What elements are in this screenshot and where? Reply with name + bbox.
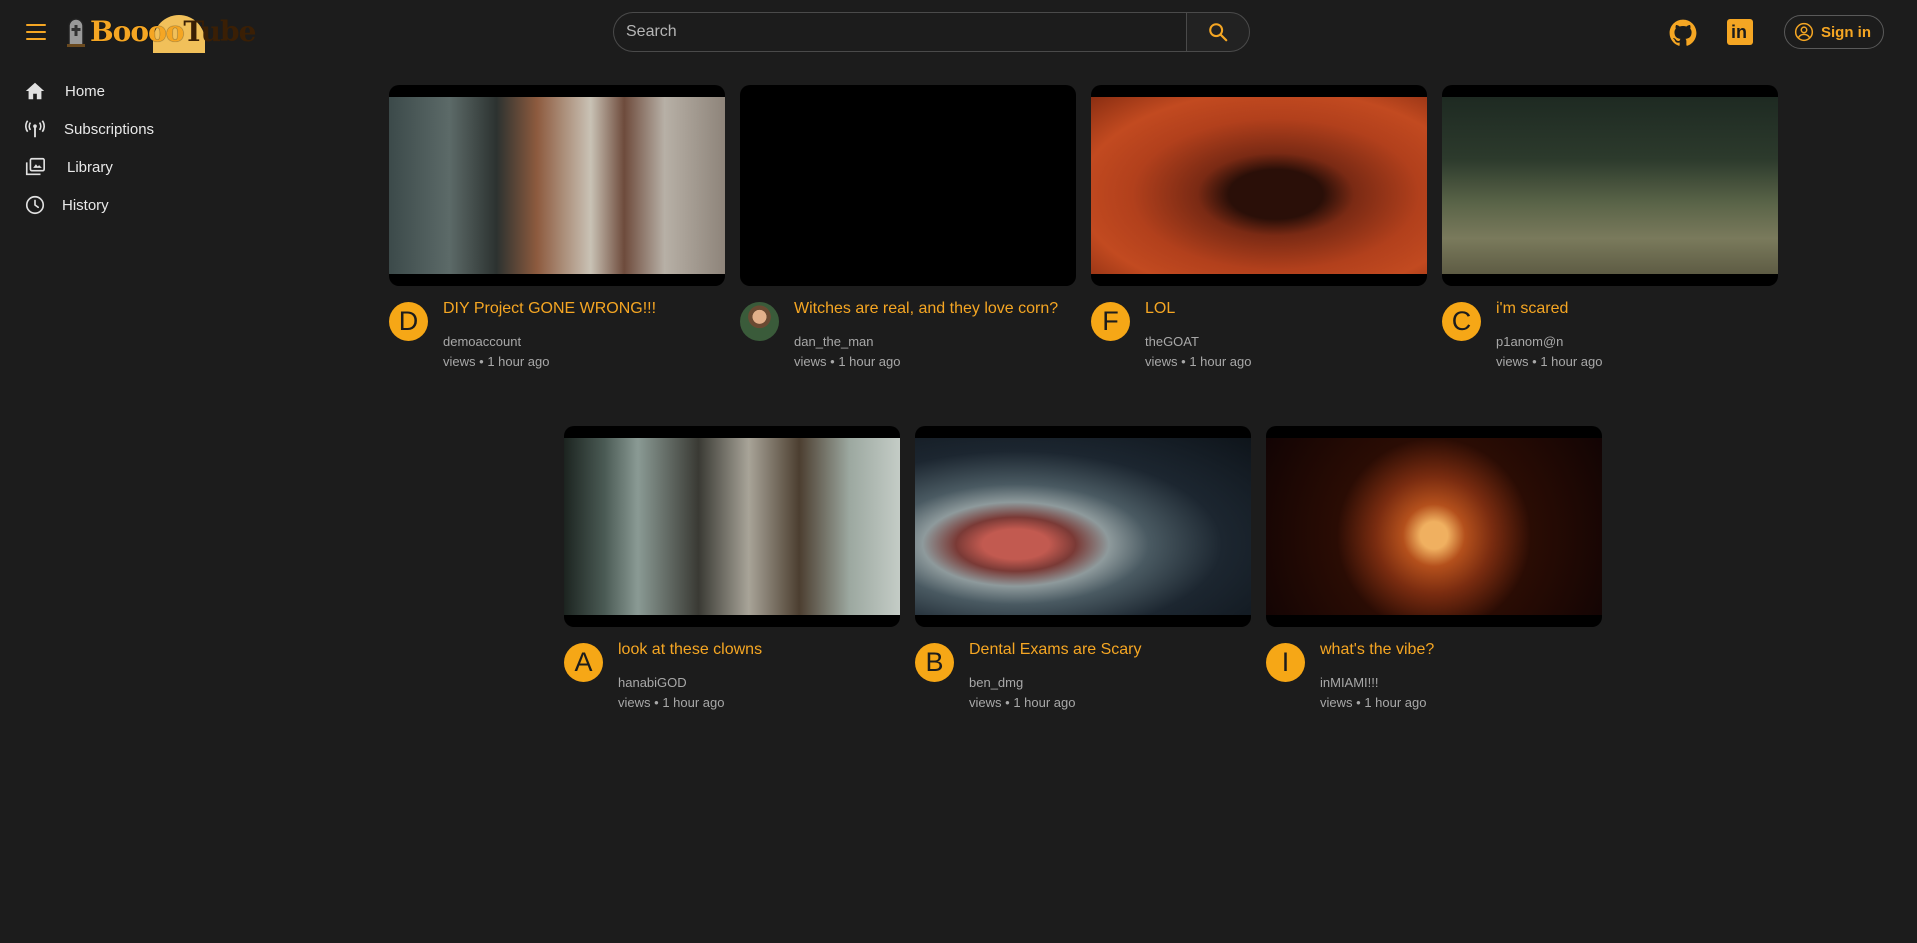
upload-age: 1 hour ago <box>487 354 550 369</box>
sidebar-item-label: History <box>62 196 109 214</box>
channel-avatar[interactable]: A <box>564 643 603 682</box>
video-title[interactable]: LOL <box>1145 300 1427 318</box>
video-title[interactable]: Witches are real, and they love corn? <box>794 300 1076 318</box>
sidebar: Home Subscriptions Library History <box>0 72 240 224</box>
channel-avatar[interactable]: I <box>1266 643 1305 682</box>
logo-text: BooooTube <box>90 12 256 53</box>
view-count: views <box>443 354 476 369</box>
view-count: views <box>1320 695 1353 710</box>
video-stats: views • 1 hour ago <box>794 354 901 369</box>
logo-text-boooo: Boooo <box>90 15 184 48</box>
linkedin-icon[interactable]: in <box>1727 19 1753 45</box>
sidebar-item-label: Home <box>65 82 106 100</box>
video-title[interactable]: look at these clowns <box>618 641 900 659</box>
view-count: views <box>618 695 651 710</box>
channel-avatar[interactable]: C <box>1442 302 1481 341</box>
channel-name[interactable]: theGOAT <box>1145 334 1199 349</box>
view-count: views <box>794 354 827 369</box>
video-stats: views • 1 hour ago <box>1320 695 1427 710</box>
channel-name[interactable]: hanabiGOD <box>618 675 687 690</box>
top-bar: BooooTube in Sign in <box>0 0 1917 64</box>
video-thumbnail[interactable] <box>915 426 1251 627</box>
video-title[interactable]: i'm scared <box>1496 300 1778 318</box>
sidebar-item-library[interactable]: Library <box>0 148 240 186</box>
linkedin-glyph: in <box>1731 22 1747 42</box>
channel-name[interactable]: ben_dmg <box>969 675 1023 690</box>
video-card[interactable]: B Dental Exams are Scary ben_dmg views •… <box>915 426 1251 717</box>
channel-name[interactable]: p1anom@n <box>1496 334 1563 349</box>
view-count: views <box>969 695 1002 710</box>
video-thumbnail[interactable] <box>1266 426 1602 627</box>
video-card[interactable]: I what's the vibe? inMIAMI!!! views • 1 … <box>1266 426 1602 717</box>
video-card[interactable]: A look at these clowns hanabiGOD views •… <box>564 426 900 717</box>
video-card[interactable]: D DIY Project GONE WRONG!!! demoaccount … <box>389 85 725 376</box>
history-icon <box>24 194 46 216</box>
video-title[interactable]: Dental Exams are Scary <box>969 641 1251 659</box>
stats-separator: • <box>654 695 659 710</box>
video-stats: views • 1 hour ago <box>1496 354 1603 369</box>
video-card[interactable]: F LOL theGOAT views • 1 hour ago <box>1091 85 1427 376</box>
search-icon <box>1209 23 1228 42</box>
sidebar-item-home[interactable]: Home <box>0 72 240 110</box>
video-thumbnail[interactable] <box>564 426 900 627</box>
sign-in-button[interactable]: Sign in <box>1784 15 1884 49</box>
channel-avatar[interactable] <box>740 302 779 341</box>
sidebar-item-label: Subscriptions <box>64 120 155 138</box>
video-stats: views • 1 hour ago <box>618 695 725 710</box>
upload-age: 1 hour ago <box>1540 354 1603 369</box>
video-stats: views • 1 hour ago <box>443 354 550 369</box>
github-icon[interactable] <box>1669 19 1697 47</box>
home-icon <box>24 80 46 102</box>
video-thumbnail[interactable] <box>389 85 725 286</box>
video-stats: views • 1 hour ago <box>969 695 1076 710</box>
channel-name[interactable]: demoaccount <box>443 334 521 349</box>
search-input[interactable] <box>613 12 1186 52</box>
upload-age: 1 hour ago <box>1189 354 1252 369</box>
video-title[interactable]: what's the vibe? <box>1320 641 1602 659</box>
stats-separator: • <box>1181 354 1186 369</box>
channel-avatar[interactable]: B <box>915 643 954 682</box>
view-count: views <box>1145 354 1178 369</box>
video-thumbnail[interactable] <box>1091 85 1427 286</box>
sidebar-item-history[interactable]: History <box>0 186 240 224</box>
search-button[interactable] <box>1186 12 1250 52</box>
stats-separator: • <box>830 354 835 369</box>
stats-separator: • <box>1005 695 1010 710</box>
channel-avatar[interactable]: F <box>1091 302 1130 341</box>
channel-avatar[interactable]: D <box>389 302 428 341</box>
library-icon <box>24 156 46 178</box>
view-count: views <box>1496 354 1529 369</box>
video-title[interactable]: DIY Project GONE WRONG!!! <box>443 300 725 318</box>
upload-age: 1 hour ago <box>1013 695 1076 710</box>
stats-separator: • <box>479 354 484 369</box>
sign-in-label: Sign in <box>1821 23 1871 41</box>
stats-separator: • <box>1532 354 1537 369</box>
video-card[interactable]: C i'm scared p1anom@n views • 1 hour ago <box>1442 85 1778 376</box>
subscriptions-icon <box>24 118 46 140</box>
upload-age: 1 hour ago <box>1364 695 1427 710</box>
logo-text-tube: Tube <box>183 15 256 48</box>
account-circle-icon <box>1794 22 1814 42</box>
video-stats: views • 1 hour ago <box>1145 354 1252 369</box>
sidebar-item-subscriptions[interactable]: Subscriptions <box>0 110 240 148</box>
video-card[interactable]: Witches are real, and they love corn? da… <box>740 85 1076 376</box>
search-bar <box>613 12 1250 52</box>
hamburger-menu-icon[interactable] <box>22 20 50 44</box>
upload-age: 1 hour ago <box>838 354 901 369</box>
logo[interactable]: BooooTube <box>66 12 256 53</box>
video-thumbnail[interactable] <box>740 85 1076 286</box>
channel-name[interactable]: inMIAMI!!! <box>1320 675 1379 690</box>
tombstone-icon <box>67 18 85 47</box>
upload-age: 1 hour ago <box>662 695 725 710</box>
sidebar-item-label: Library <box>67 158 113 176</box>
video-thumbnail[interactable] <box>1442 85 1778 286</box>
channel-name[interactable]: dan_the_man <box>794 334 874 349</box>
stats-separator: • <box>1356 695 1361 710</box>
